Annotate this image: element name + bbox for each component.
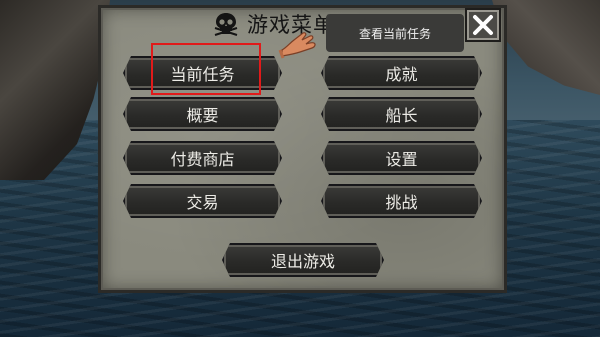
pointing-hand-icon [278, 32, 316, 59]
exit-game-button[interactable]: 退出游戏 [222, 243, 384, 277]
trade-button[interactable]: 交易 [123, 184, 282, 218]
close-button[interactable] [465, 8, 501, 42]
tooltip-current-quest: 查看当前任务 [326, 14, 464, 52]
achievements-button[interactable]: 成就 [321, 56, 482, 90]
captain-button[interactable]: 船长 [321, 97, 482, 131]
challenge-button[interactable]: 挑战 [321, 184, 482, 218]
overview-button[interactable]: 概要 [123, 97, 282, 131]
skull-icon [214, 13, 238, 36]
paid-shop-button[interactable]: 付费商店 [123, 141, 282, 175]
tooltip-text: 查看当前任务 [358, 26, 431, 41]
highlight-box [151, 43, 261, 95]
close-icon [473, 15, 493, 35]
settings-button[interactable]: 设置 [321, 141, 482, 175]
